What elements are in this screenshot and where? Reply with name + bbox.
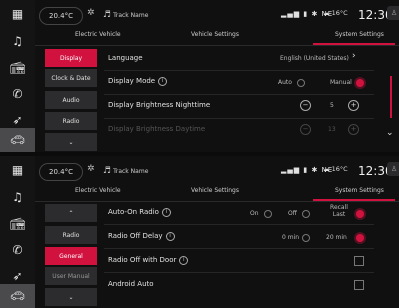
- option-auto-label: Auto: [278, 79, 292, 86]
- user-profile-icon[interactable]: ♙: [387, 6, 399, 20]
- row-label: Android Auto: [108, 280, 154, 288]
- climate-temp[interactable]: 20.4°C: [39, 163, 83, 181]
- submenu-scroll-up[interactable]: ⌃: [45, 204, 97, 222]
- row-label: Display Mode i: [108, 77, 168, 86]
- weather: ☁ 16°C: [323, 165, 348, 173]
- car-icon[interactable]: 🚗︎: [0, 284, 35, 308]
- submenu-scroll-down[interactable]: ⌄: [45, 133, 97, 151]
- phone-icon[interactable]: ✆: [0, 80, 35, 107]
- info-icon[interactable]: i: [161, 208, 171, 217]
- radio-0-min[interactable]: [302, 234, 310, 242]
- option-manual-label: Manual: [330, 79, 352, 86]
- row-divider: [104, 248, 374, 249]
- radio-off[interactable]: [302, 210, 310, 218]
- status-bar: 20.4°C ✲ ♬ Track Name ▂▄▆ ▮ ✱ NE ☁ 16°C 1…: [35, 156, 399, 186]
- chevron-up-icon: ⌃: [68, 209, 74, 217]
- radio-20-min[interactable]: [356, 234, 364, 242]
- settings-screen-display: ▦ ♫ 📻︎ ✆ ➶ 🚗︎ 20.4°C ✲ ♬ Track Name ▂▄▆ ▮…: [0, 0, 399, 152]
- submenu-user-manual[interactable]: User Manual: [45, 267, 97, 285]
- music-note-icon[interactable]: ♫: [0, 183, 35, 210]
- radio-on[interactable]: [264, 210, 272, 218]
- tabs-divider: [35, 45, 399, 46]
- row-android-auto: Android Auto: [104, 274, 374, 296]
- decrease-button[interactable]: −: [300, 124, 311, 135]
- tab-vehicle-settings[interactable]: Vehicle Settings: [191, 31, 239, 38]
- submenu-general[interactable]: General: [45, 247, 97, 265]
- option-0-min-label: 0 min: [282, 234, 300, 241]
- option-on-label: On: [250, 210, 259, 217]
- left-rail: ▦ ♫ 📻︎ ✆ ➶ 🚗︎: [0, 0, 35, 152]
- row-label: Radio Off with Door i: [108, 256, 189, 265]
- row-display-mode: Display Mode i Auto Manual: [104, 71, 374, 93]
- climate-temp[interactable]: 20.4°C: [39, 7, 83, 25]
- row-label: Display Brightness Daytime: [108, 125, 206, 133]
- row-radio-off-delay: Radio Off Delay i 0 min 20 min: [104, 226, 374, 248]
- submenu-display[interactable]: Display: [45, 49, 97, 67]
- row-divider: [104, 224, 374, 225]
- language-value: English (United States): [280, 55, 349, 62]
- music-note-icon[interactable]: ♫: [0, 27, 35, 54]
- info-icon[interactable]: i: [179, 256, 189, 265]
- row-brightness-night: Display Brightness Nighttime − 5 +: [104, 95, 374, 117]
- chevron-right-icon: ›: [352, 51, 356, 61]
- checkbox-radio-off-door[interactable]: [354, 256, 364, 266]
- submenu-scroll-down[interactable]: ⌄: [45, 288, 97, 306]
- left-rail: ▦ ♫ 📻︎ ✆ ➶ 🚗︎: [0, 156, 35, 308]
- settings-tabs: Electric Vehicle Vehicle Settings System…: [35, 31, 399, 45]
- submenu-audio[interactable]: Audio: [45, 91, 97, 109]
- phone-icon[interactable]: ✆: [0, 236, 35, 263]
- row-label: Auto-On Radio i: [108, 208, 171, 217]
- radio-auto[interactable]: [297, 79, 305, 87]
- chevron-down-icon: ⌄: [68, 293, 74, 301]
- increase-button[interactable]: +: [348, 100, 359, 111]
- music-note-icon: ♬: [103, 166, 112, 176]
- weather: ☁ 16°C: [323, 9, 348, 17]
- music-note-icon: ♬: [103, 10, 112, 20]
- brightness-value: 13: [328, 126, 336, 133]
- radio-manual[interactable]: [356, 79, 364, 87]
- increase-button[interactable]: +: [348, 124, 359, 135]
- car-icon[interactable]: 🚗︎: [0, 128, 35, 152]
- checkbox-android-auto[interactable]: [354, 280, 364, 290]
- now-playing[interactable]: ♬ Track Name: [103, 166, 148, 176]
- hvac-icon[interactable]: ✲: [87, 164, 95, 174]
- tab-system-settings[interactable]: System Settings: [335, 187, 384, 194]
- row-label: Language: [108, 54, 143, 62]
- submenu-clock-date[interactable]: Clock & Date: [45, 69, 97, 87]
- row-label: Radio Off Delay i: [108, 232, 175, 241]
- row-brightness-day: Display Brightness Daytime − 13 +: [104, 119, 374, 141]
- settings-tabs: Electric Vehicle Vehicle Settings System…: [35, 187, 399, 201]
- radio-icon[interactable]: 📻︎: [0, 210, 35, 237]
- info-icon[interactable]: i: [165, 232, 175, 241]
- row-language[interactable]: Language English (United States) ›: [104, 48, 374, 70]
- submenu-radio[interactable]: Radio: [45, 112, 97, 130]
- row-divider: [104, 272, 374, 273]
- chevron-down-icon: ⌄: [68, 138, 74, 146]
- option-off-label: Off: [288, 210, 297, 217]
- option-recall-last-label: Recall Last: [330, 204, 348, 218]
- tab-electric-vehicle[interactable]: Electric Vehicle: [75, 31, 121, 38]
- chevron-down-icon[interactable]: ⌄: [386, 128, 394, 138]
- tab-vehicle-settings[interactable]: Vehicle Settings: [191, 187, 239, 194]
- row-auto-on-radio: Auto-On Radio i On Off Recall Last: [104, 202, 374, 224]
- user-profile-icon[interactable]: ♙: [387, 162, 399, 176]
- apps-grid-icon[interactable]: ▦: [0, 156, 35, 183]
- row-label: Display Brightness Nighttime: [108, 101, 211, 109]
- radio-recall-last[interactable]: [356, 210, 364, 218]
- radio-icon[interactable]: 📻︎: [0, 54, 35, 81]
- tab-electric-vehicle[interactable]: Electric Vehicle: [75, 187, 121, 194]
- apps-grid-icon[interactable]: ▦: [0, 0, 35, 27]
- status-bar: 20.4°C ✲ ♬ Track Name ▂▄▆ ▮ ✱ NE ☁ 16°C 1…: [35, 0, 399, 30]
- scrollbar[interactable]: [390, 76, 392, 118]
- tab-system-settings[interactable]: System Settings: [335, 31, 384, 38]
- brightness-value: 5: [330, 102, 334, 109]
- settings-screen-radio: ▦ ♫ 📻︎ ✆ ➶ 🚗︎ 20.4°C ✲ ♬ Track Name ▂▄▆ ▮…: [0, 156, 399, 308]
- option-20-min-label: 20 min: [326, 234, 347, 241]
- submenu-radio[interactable]: Radio: [45, 226, 97, 244]
- hvac-icon[interactable]: ✲: [87, 8, 95, 18]
- decrease-button[interactable]: −: [300, 100, 311, 111]
- info-icon[interactable]: i: [158, 77, 168, 86]
- row-radio-off-with-door: Radio Off with Door i: [104, 250, 374, 272]
- now-playing[interactable]: ♬ Track Name: [103, 10, 148, 20]
